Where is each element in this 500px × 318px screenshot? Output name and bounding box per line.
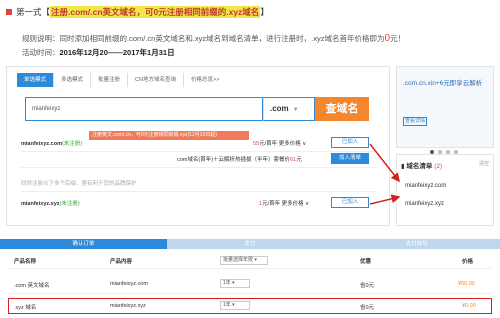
order-product: .xyz 域名	[14, 305, 37, 311]
divider	[8, 293, 492, 294]
order-discount: 省0元	[360, 283, 375, 289]
order-price: ¥55.00	[458, 281, 475, 287]
chevron-down-icon: ▾	[253, 257, 257, 263]
years-value: 1年	[223, 302, 231, 308]
divider	[8, 268, 492, 269]
bulk-years-select[interactable]: 批量选择年限 ▾	[220, 256, 268, 265]
arrow-to-cart-com	[369, 143, 400, 183]
order-product: .com 英文域名	[14, 283, 50, 289]
col-price: 价格	[462, 259, 474, 265]
bulk-years-label: 批量选择年限	[223, 257, 254, 263]
step-payment: 支付	[166, 239, 334, 249]
order-content: mianfeixyz.com	[110, 281, 148, 287]
checkout-steps: 确认订单 支付 支付成功	[0, 239, 500, 249]
page: 第一式 【 注册.com/.cn英文域名，可0元注册相同前缀的.xyz域名 】 …	[0, 0, 500, 318]
step-confirm-order: 确认订单	[0, 239, 167, 249]
col-content: 产品内容	[110, 259, 133, 265]
arrow-to-cart-xyz	[369, 194, 401, 205]
years-value: 1年	[223, 280, 231, 286]
chevron-down-icon: ▾	[230, 302, 235, 308]
order-price: ¥0.00	[462, 303, 476, 309]
chevron-down-icon: ▾	[230, 280, 235, 286]
step-payment-success: 支付成功	[333, 239, 500, 249]
order-content: mianfeixyz.xyz	[110, 303, 146, 309]
years-select[interactable]: 1年 ▾	[220, 279, 250, 288]
years-select[interactable]: 1年 ▾	[220, 301, 250, 310]
col-product: 产品名称	[14, 259, 37, 265]
order-discount: 省0元	[360, 305, 375, 311]
highlight-box	[8, 298, 492, 314]
annotation-arrows	[369, 143, 401, 205]
col-discount: 优惠	[360, 259, 372, 265]
